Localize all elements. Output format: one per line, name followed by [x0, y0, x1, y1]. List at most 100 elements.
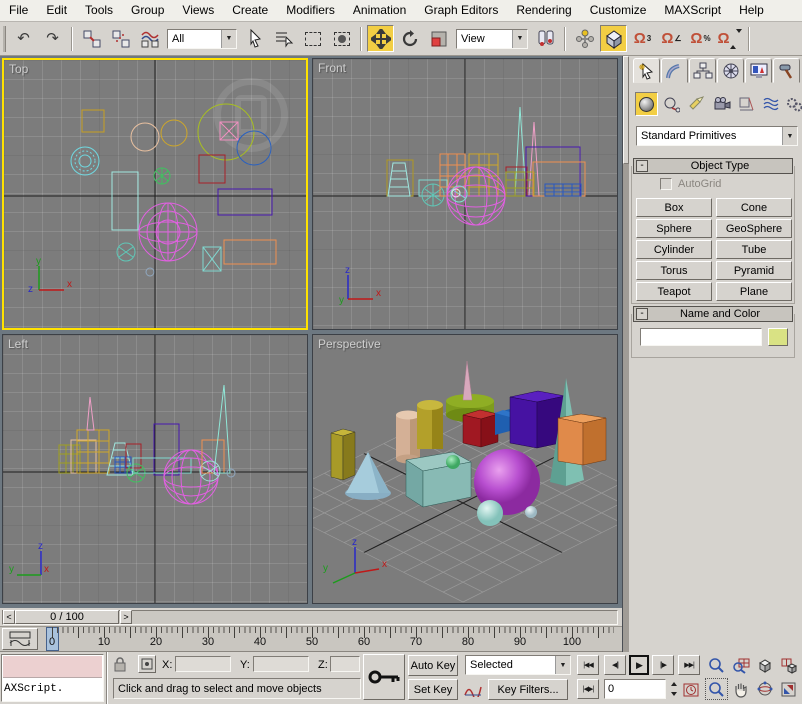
wire-spike-cyan[interactable]: [515, 107, 526, 196]
menu-graph-editors[interactable]: Graph Editors: [415, 0, 507, 21]
teapot-button[interactable]: Teapot: [636, 282, 712, 301]
time-slider-next-button[interactable]: >: [120, 610, 132, 624]
select-and-link-button[interactable]: [78, 25, 105, 52]
snap-3d-button[interactable]: Ω3: [629, 25, 656, 52]
wire-torus-cyan[interactable]: [71, 147, 99, 175]
menu-customize[interactable]: Customize: [581, 0, 656, 21]
tab-modify[interactable]: [661, 58, 688, 83]
set-keys-button[interactable]: [363, 654, 405, 700]
tab-create[interactable]: [633, 58, 660, 83]
menu-tools[interactable]: Tools: [76, 0, 122, 21]
shaded-box-teal-slab[interactable]: [406, 452, 471, 507]
chevron-down-icon[interactable]: ▼: [782, 127, 797, 145]
macro-recorder-pane[interactable]: [3, 656, 102, 678]
toolbar-handle[interactable]: [3, 26, 6, 52]
maximize-viewport-toggle[interactable]: [777, 678, 800, 700]
category-lights-button[interactable]: [685, 92, 708, 116]
prev-frame-button[interactable]: ◀||: [604, 655, 626, 675]
zoom-extents-all-button[interactable]: [777, 654, 800, 676]
shaded-box-orange[interactable]: [558, 414, 606, 465]
box-button[interactable]: Box: [636, 198, 712, 217]
scrollbar-thumb[interactable]: [623, 56, 629, 164]
zoom-extents-button[interactable]: [753, 654, 776, 676]
shaded-sphere-small[interactable]: [525, 506, 537, 518]
tab-hierarchy[interactable]: [689, 58, 716, 83]
selection-lock-toggle[interactable]: [113, 656, 127, 675]
wire-sphere-magenta[interactable]: [164, 450, 218, 504]
time-slider-prev-button[interactable]: <: [3, 610, 15, 624]
wire-cylinder-yellow[interactable]: [77, 430, 109, 473]
wire-cone-cyan[interactable]: [388, 163, 410, 196]
menu-maxscript[interactable]: MAXScript: [655, 0, 730, 21]
reference-coordinate-system-dropdown[interactable]: View ▼: [456, 29, 528, 49]
zoom-button[interactable]: [705, 654, 728, 676]
object-color-swatch[interactable]: [768, 328, 788, 346]
select-by-name-button[interactable]: [270, 25, 297, 52]
listener-pane[interactable]: AXScript.: [3, 681, 102, 700]
viewport-perspective-label[interactable]: Perspective: [318, 337, 381, 351]
region-zoom-button[interactable]: [705, 678, 728, 700]
autogrid-checkbox[interactable]: [660, 178, 672, 190]
set-key-button[interactable]: Set Key: [408, 679, 458, 700]
shaded-spike-pink[interactable]: [463, 361, 472, 400]
selection-filter-dropdown[interactable]: All ▼: [167, 29, 237, 49]
goto-end-button[interactable]: ▶▶|: [678, 655, 700, 675]
z-coord-field[interactable]: [330, 656, 360, 672]
shaded-sphere-green[interactable]: [446, 455, 460, 469]
percent-snap-button[interactable]: Ω%: [687, 25, 714, 52]
cone-button[interactable]: Cone: [716, 198, 792, 217]
bind-to-space-warp-button[interactable]: [136, 25, 163, 52]
menu-help[interactable]: Help: [730, 0, 773, 21]
rectangular-selection-region-button[interactable]: [299, 25, 326, 52]
goto-start-button[interactable]: |◀◀: [577, 655, 599, 675]
menu-edit[interactable]: Edit: [37, 0, 76, 21]
shaded-box-red[interactable]: [463, 410, 498, 447]
wire-cylinder-yellow[interactable]: [161, 120, 187, 146]
shaded-box-olive[interactable]: [331, 429, 355, 480]
wire-sphere-magenta[interactable]: [139, 203, 197, 261]
chevron-down-icon[interactable]: ▼: [221, 30, 236, 48]
frame-spinner[interactable]: [668, 679, 679, 699]
menu-group[interactable]: Group: [122, 0, 173, 21]
chevron-down-icon[interactable]: ▼: [512, 30, 527, 48]
auto-key-button[interactable]: Auto Key: [408, 655, 458, 676]
unlink-selection-button[interactable]: [107, 25, 134, 52]
category-space-warps-button[interactable]: [760, 92, 783, 116]
redo-button[interactable]: ↷: [39, 25, 66, 52]
key-filter-selection-dropdown[interactable]: Selected ▼: [465, 655, 571, 675]
wire-geosphere-green[interactable]: [154, 168, 170, 184]
tube-button[interactable]: Tube: [716, 240, 792, 259]
wire-geosphere-teal[interactable]: [117, 243, 135, 261]
wire-cylinder-olive[interactable]: [198, 104, 254, 160]
pan-button[interactable]: [729, 678, 752, 700]
shaded-cylinder-tan[interactable]: [396, 411, 420, 464]
time-slider-handle[interactable]: 0 / 100: [15, 610, 119, 624]
current-frame-field[interactable]: [604, 679, 666, 699]
maxscript-mini-listener[interactable]: AXScript.: [1, 654, 104, 702]
menu-views[interactable]: Views: [173, 0, 223, 21]
menu-file[interactable]: File: [0, 0, 37, 21]
menu-rendering[interactable]: Rendering: [507, 0, 580, 21]
y-coord-field[interactable]: [253, 656, 309, 672]
viewport-perspective[interactable]: z x y Perspective: [312, 334, 618, 604]
tab-utilities[interactable]: [773, 58, 800, 83]
wire-box-orange[interactable]: [224, 240, 276, 264]
wire-spike-pink[interactable]: [87, 397, 94, 430]
tab-motion[interactable]: [717, 58, 744, 83]
command-panel-scrollbar[interactable]: [623, 56, 629, 652]
x-coord-field[interactable]: [175, 656, 231, 672]
viewport-front[interactable]: z x y Front: [312, 58, 618, 330]
snaps-toggle-button[interactable]: [600, 25, 627, 52]
category-helpers-button[interactable]: [735, 92, 758, 116]
next-frame-button[interactable]: ||▶: [652, 655, 674, 675]
wire-box-yellow[interactable]: [82, 110, 104, 132]
select-object-button[interactable]: [241, 25, 268, 52]
undo-button[interactable]: ↶: [10, 25, 37, 52]
viewport-left-label[interactable]: Left: [8, 337, 28, 351]
wire-pyramid-pink[interactable]: [220, 122, 238, 140]
category-cameras-button[interactable]: [710, 92, 733, 116]
key-filters-button[interactable]: Key Filters...: [488, 679, 568, 700]
viewport-front-label[interactable]: Front: [318, 61, 346, 75]
wire-box-blue[interactable]: [545, 184, 581, 196]
open-mini-curve-editor-button[interactable]: [2, 628, 38, 650]
